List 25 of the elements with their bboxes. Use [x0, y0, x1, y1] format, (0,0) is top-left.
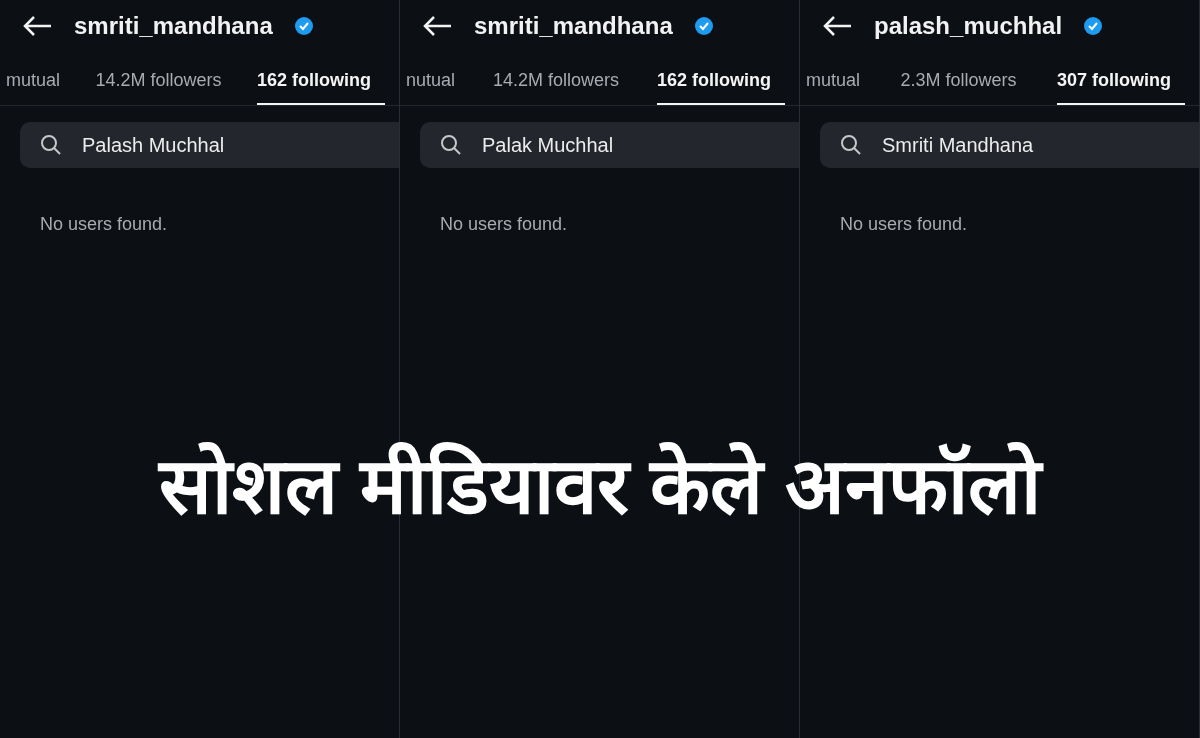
search-icon: [40, 134, 62, 156]
back-arrow-icon[interactable]: [822, 15, 852, 37]
empty-message: No users found.: [840, 214, 969, 235]
tab[interactable]: 307 following: [1057, 62, 1185, 105]
tab[interactable]: mutual: [6, 62, 75, 105]
username: palash_muchhal: [874, 12, 1063, 40]
username: smriti_mandhana: [74, 12, 273, 40]
search-icon: [840, 134, 862, 156]
username: smriti_mandhana: [474, 12, 673, 40]
tab[interactable]: 2.3M followers: [900, 62, 1031, 105]
search-icon: [440, 134, 462, 156]
tab[interactable]: mutual: [806, 62, 875, 105]
tab[interactable]: nutual: [406, 62, 470, 105]
tab[interactable]: 162 following: [657, 62, 785, 105]
search-field[interactable]: Palak Muchhal: [420, 122, 799, 168]
empty-message: No users found.: [40, 214, 169, 235]
tab[interactable]: 14.2M followers: [95, 62, 236, 105]
empty-message: No users found.: [440, 214, 569, 235]
back-arrow-icon[interactable]: [422, 15, 452, 37]
caption: सोशल मीडियावर केले अनफॉलो: [0, 430, 1200, 536]
search-field[interactable]: Smriti Mandhana: [820, 122, 1199, 168]
search-field[interactable]: Palash Muchhal: [20, 122, 399, 168]
tab[interactable]: 162 following: [256, 62, 385, 105]
tab[interactable]: 14.2M followers: [493, 62, 634, 105]
back-arrow-icon[interactable]: [22, 15, 52, 37]
